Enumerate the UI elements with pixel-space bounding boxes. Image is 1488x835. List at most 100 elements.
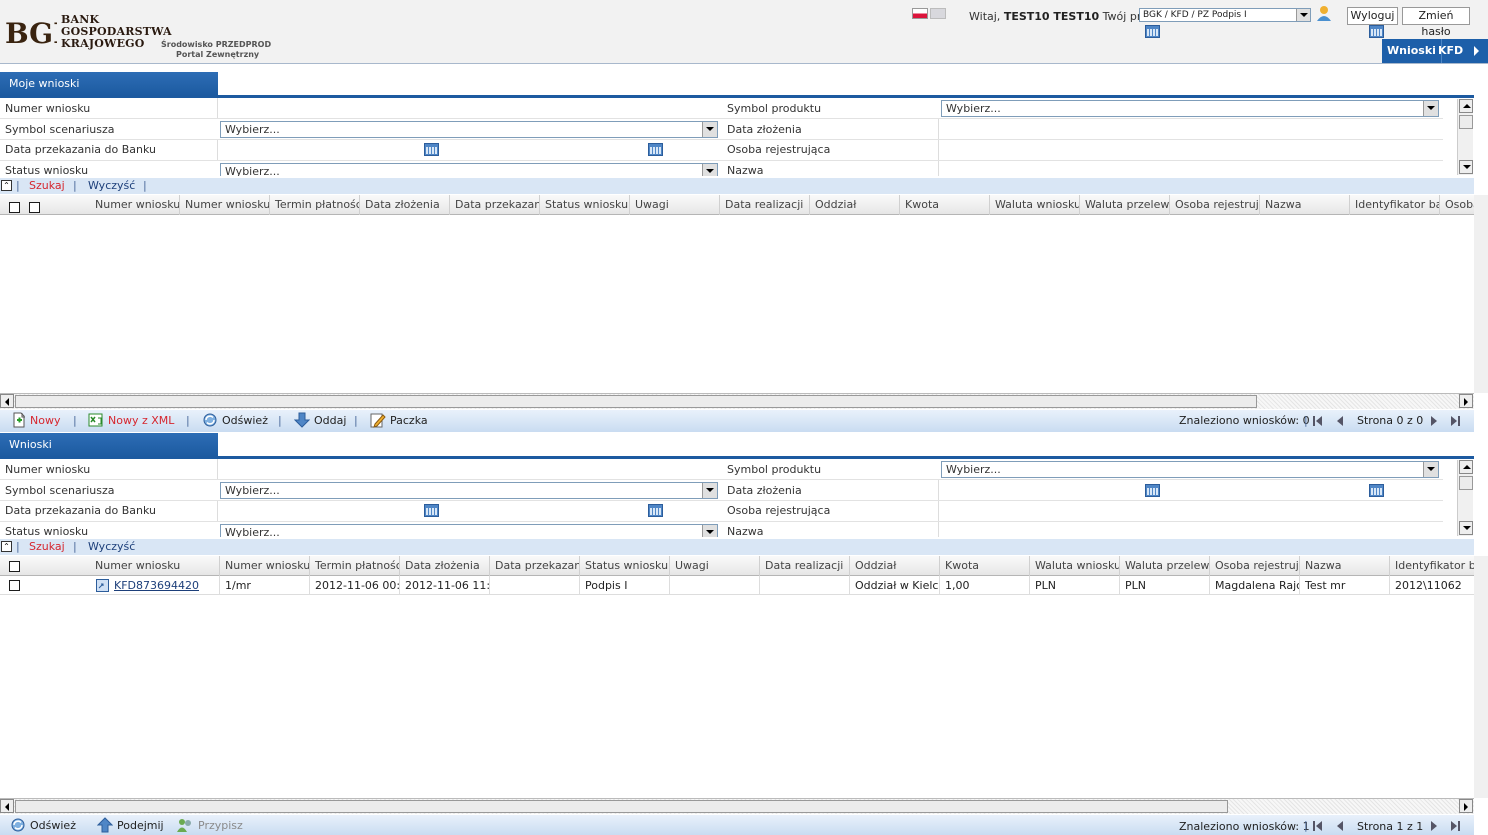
data-zlozenia-range[interactable]	[938, 480, 1443, 500]
column-header[interactable]: Identyfikator ban	[1390, 556, 1474, 576]
scroll-left-icon[interactable]	[0, 394, 14, 408]
document-link-icon[interactable]	[96, 579, 109, 592]
new-button[interactable]: Nowy	[30, 413, 60, 429]
column-header[interactable]: Oddział	[850, 556, 940, 576]
assign-users-icon[interactable]	[177, 817, 193, 833]
select-all-checkbox-2[interactable]	[29, 202, 40, 213]
chevron-down-icon[interactable]	[702, 122, 717, 137]
scroll-left-icon[interactable]	[0, 799, 14, 813]
filter-scrollbar[interactable]	[1457, 99, 1473, 175]
next-page-icon[interactable]	[1429, 820, 1439, 832]
chevron-down-icon[interactable]	[702, 525, 717, 537]
application-link[interactable]: KFD873694420	[114, 579, 199, 592]
refresh-icon[interactable]	[202, 412, 218, 428]
symbol-produktu-select[interactable]: Wybierz...	[941, 100, 1439, 117]
scroll-right-icon[interactable]	[1459, 394, 1473, 408]
change-password-button[interactable]: Zmień hasło	[1402, 7, 1470, 38]
take-button[interactable]: Podejmij	[117, 818, 164, 834]
column-header[interactable]: Status wniosku	[580, 556, 670, 576]
logout-button[interactable]: Wyloguj	[1347, 7, 1398, 25]
nav-arrow-right-icon[interactable]	[1474, 46, 1479, 56]
take-arrow-up-icon[interactable]	[97, 817, 113, 833]
chevron-down-icon[interactable]	[1296, 9, 1310, 21]
column-header[interactable]: Waluta wniosku	[990, 195, 1080, 215]
next-page-icon[interactable]	[1429, 415, 1439, 427]
english-flag-icon[interactable]	[930, 8, 946, 19]
column-header[interactable]: Waluta przelewu	[1120, 556, 1210, 576]
column-header[interactable]: Osoba rejestruja	[1170, 195, 1260, 215]
refresh-button[interactable]: Odśwież	[30, 818, 76, 834]
column-header[interactable]: Termin płatności	[310, 556, 400, 576]
column-header[interactable]: Identyfikator ban	[1350, 195, 1440, 215]
column-header[interactable]: Data przekazani	[490, 556, 580, 576]
scroll-thumb[interactable]	[1459, 115, 1473, 129]
chevron-down-icon[interactable]	[1423, 101, 1438, 116]
submit-button[interactable]: Oddaj	[314, 413, 346, 429]
column-header[interactable]: Waluta przelewu	[1080, 195, 1170, 215]
first-page-icon[interactable]	[1313, 415, 1323, 427]
batch-button[interactable]: Paczka	[390, 413, 428, 429]
column-header[interactable]: Data realizacji	[720, 195, 810, 215]
column-header[interactable]: Status wniosku	[540, 195, 630, 215]
select-all-checkbox[interactable]	[9, 561, 20, 572]
scroll-down-icon[interactable]	[1459, 160, 1473, 174]
user-profile-icon[interactable]	[1316, 5, 1333, 22]
chevron-down-icon[interactable]	[702, 483, 717, 498]
status-wniosku-select[interactable]: Wybierz...	[220, 524, 718, 537]
search-link[interactable]: Szukaj	[29, 179, 65, 192]
prev-page-icon[interactable]	[1335, 820, 1345, 832]
column-header[interactable]: Data złożenia	[400, 556, 490, 576]
scroll-up-icon[interactable]	[1459, 460, 1473, 474]
submit-arrow-down-icon[interactable]	[294, 412, 310, 428]
clear-link[interactable]: Wyczyść	[88, 540, 135, 553]
new-document-icon[interactable]	[11, 412, 27, 428]
column-header[interactable]: Data przekazani	[450, 195, 540, 215]
scroll-up-icon[interactable]	[1459, 99, 1473, 113]
scroll-down-icon[interactable]	[1459, 521, 1473, 535]
calendar-icon[interactable]	[424, 504, 439, 517]
first-page-icon[interactable]	[1313, 820, 1323, 832]
clear-link[interactable]: Wyczyść	[88, 179, 135, 192]
profile-select[interactable]: BGK / KFD / PZ Podpis I	[1139, 8, 1311, 22]
osoba-rejestrujaca-input[interactable]	[938, 501, 1443, 521]
column-header[interactable]: Kwota	[900, 195, 990, 215]
assign-button[interactable]: Przypisz	[198, 818, 243, 834]
row-checkbox[interactable]	[9, 580, 20, 591]
column-header[interactable]: Nazwa	[1260, 195, 1350, 215]
column-header[interactable]: Data złożenia	[360, 195, 450, 215]
calendar-icon[interactable]	[1369, 484, 1384, 497]
column-header[interactable]: Numer wniosku	[180, 195, 270, 215]
column-header[interactable]: Kwota	[940, 556, 1030, 576]
new-xml-button[interactable]: Nowy z XML	[108, 413, 174, 429]
collapse-icon[interactable]: ⌃	[1, 180, 12, 191]
nazwa-input[interactable]	[938, 161, 1443, 176]
column-header[interactable]: Uwagi	[670, 556, 760, 576]
last-page-icon[interactable]	[1450, 820, 1460, 832]
calendar-icon[interactable]	[648, 504, 663, 517]
data-zlozenia-range[interactable]	[938, 119, 1443, 139]
column-header[interactable]: Numer wniosku	[90, 195, 180, 215]
scroll-thumb[interactable]	[15, 800, 1228, 813]
status-wniosku-select[interactable]: Wybierz...	[220, 163, 718, 176]
numer-wniosku-input[interactable]	[217, 459, 723, 479]
polish-flag-icon[interactable]	[912, 8, 928, 19]
calendar-icon[interactable]	[1145, 484, 1160, 497]
collapse-icon[interactable]: ⌃	[1, 541, 12, 552]
column-header[interactable]: Nazwa	[1300, 556, 1390, 576]
column-header[interactable]: Uwagi	[630, 195, 720, 215]
symbol-scenariusza-select[interactable]: Wybierz...	[220, 482, 718, 499]
osoba-rejestrujaca-input[interactable]	[938, 140, 1443, 160]
panel-title-wnioski[interactable]: Wnioski	[0, 433, 218, 457]
calendar-icon[interactable]	[424, 143, 439, 156]
scroll-thumb[interactable]	[1459, 476, 1473, 490]
new-xml-icon[interactable]	[88, 412, 104, 428]
grid-horizontal-scrollbar[interactable]	[0, 393, 1474, 409]
scroll-right-icon[interactable]	[1459, 799, 1473, 813]
scroll-thumb[interactable]	[15, 395, 1257, 408]
panel-title-moje-wnioski[interactable]: Moje wnioski	[0, 72, 218, 96]
column-header[interactable]: Numer wniosku	[220, 556, 310, 576]
column-header[interactable]: Osoba rejestruja	[1210, 556, 1300, 576]
table-row[interactable]: KFD873694420 1/mr 2012-11-06 00:00 2012-…	[0, 576, 1474, 595]
symbol-scenariusza-select[interactable]: Wybierz...	[220, 121, 718, 138]
column-header[interactable]: Data realizacji	[760, 556, 850, 576]
